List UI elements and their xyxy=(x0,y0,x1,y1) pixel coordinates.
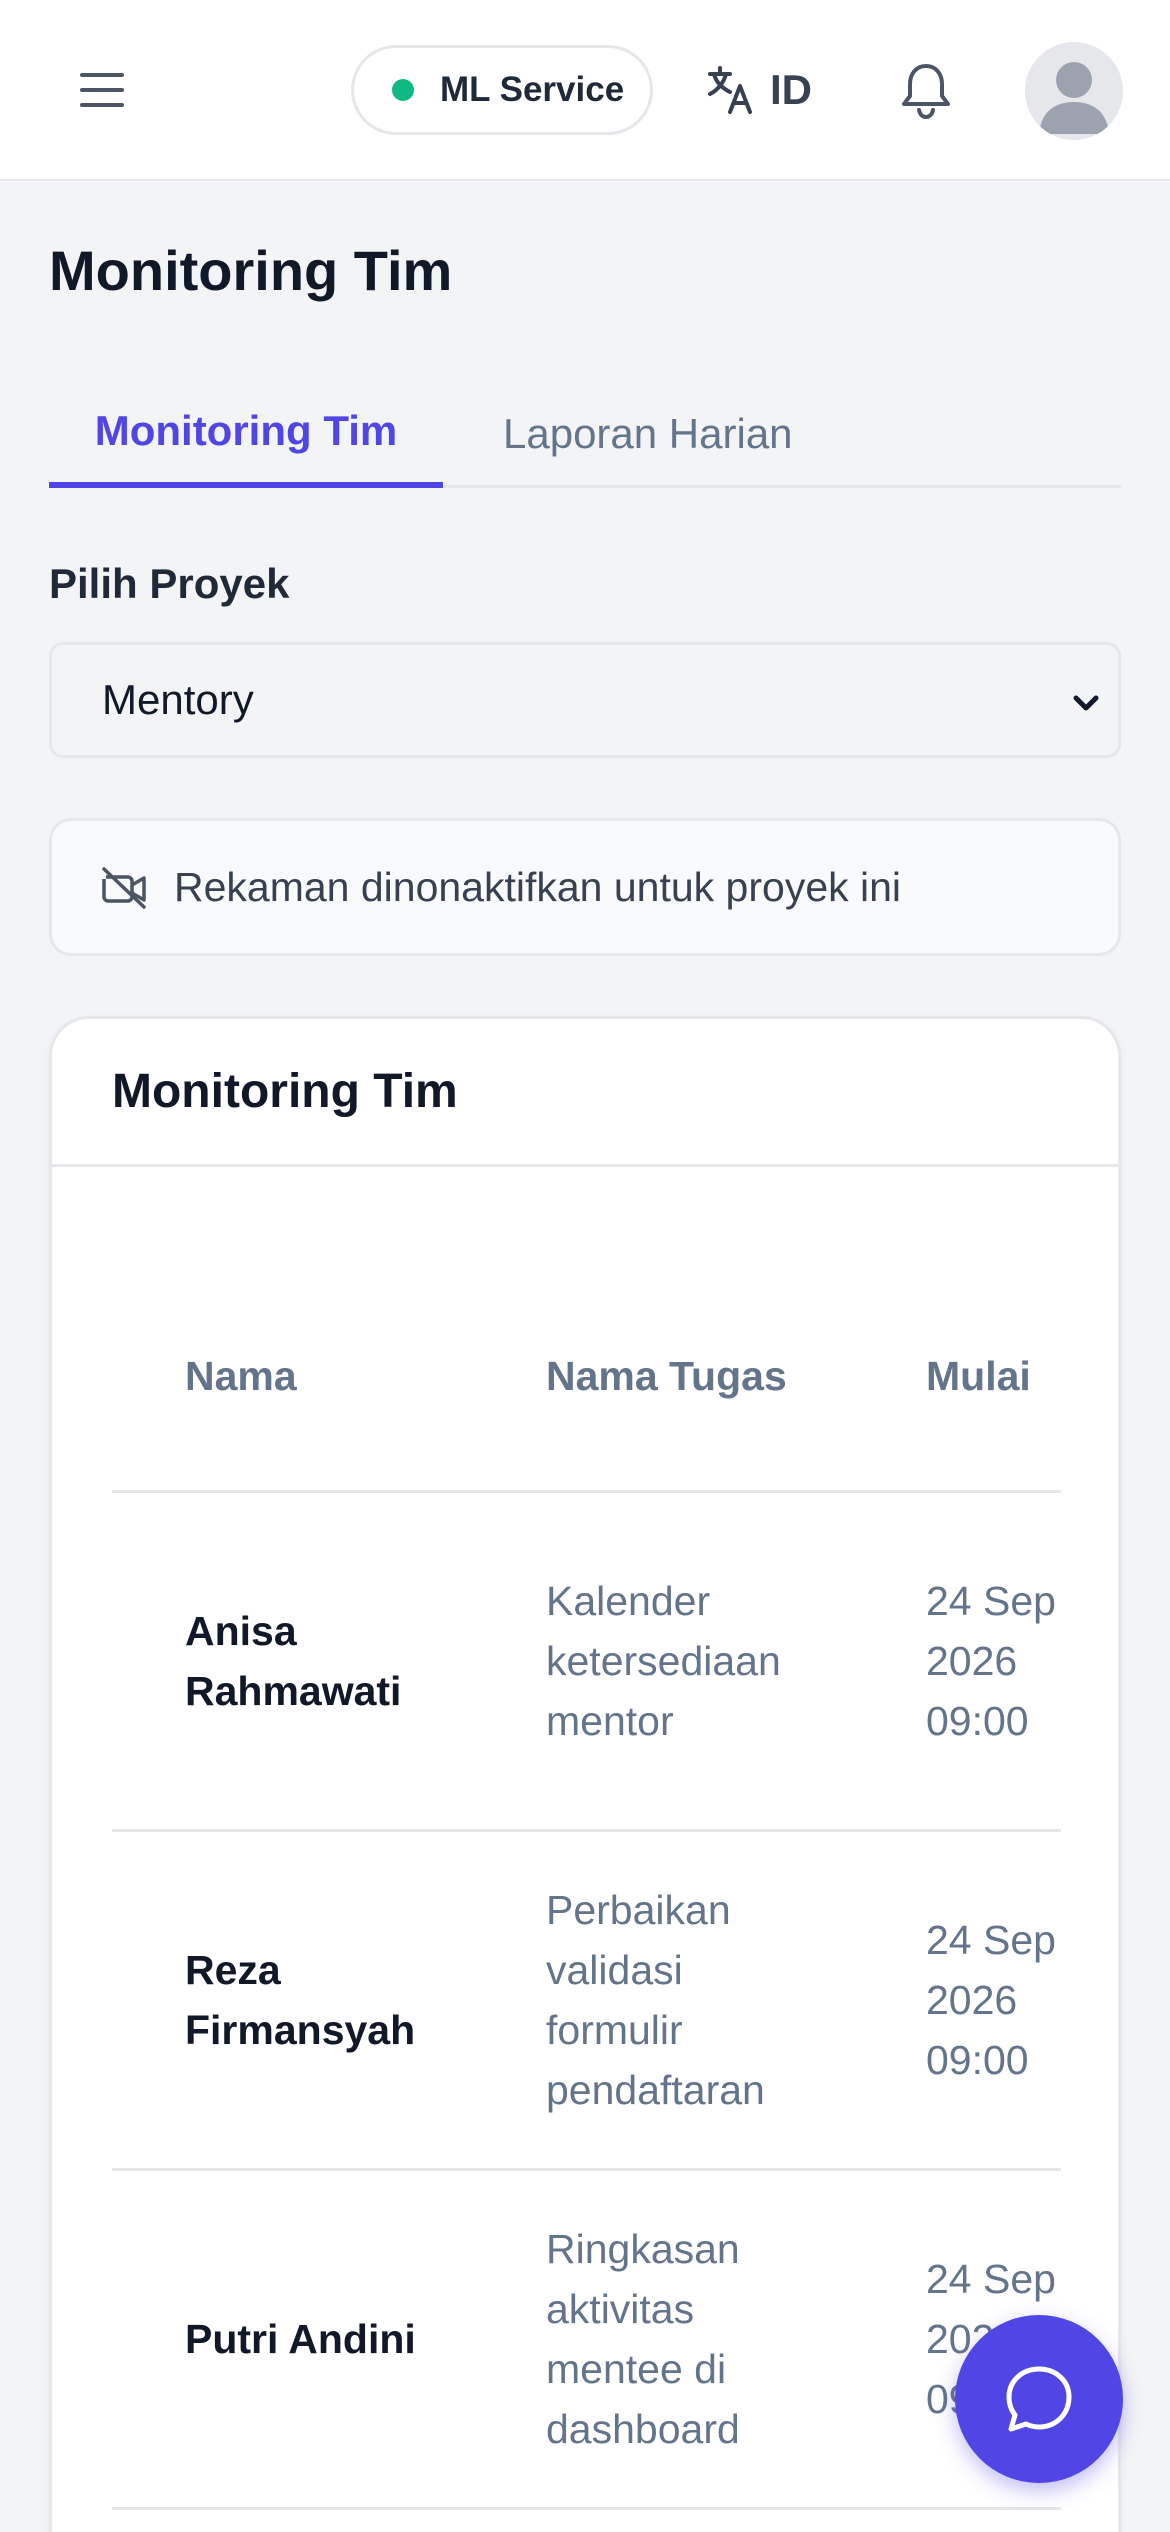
status-online-dot xyxy=(392,79,414,101)
cell-start: 24 Sep 2026 09:00 xyxy=(926,1917,1056,2083)
column-header-start[interactable]: Mulai xyxy=(926,1353,1031,1400)
team-table: Nama Nama Tugas Mulai Anisa Rahmawati Ka… xyxy=(112,1167,1061,2510)
chat-button[interactable] xyxy=(955,2315,1123,2483)
notifications-button[interactable] xyxy=(894,58,958,122)
video-off-icon xyxy=(102,867,146,909)
bell-icon xyxy=(902,64,950,120)
menu-icon xyxy=(80,73,124,107)
table-row[interactable]: Reza Firmansyah Perbaikan validasi formu… xyxy=(112,1832,1061,2171)
tab-laporan-harian[interactable]: Laporan Harian xyxy=(443,380,943,488)
table-row[interactable]: Putri Andini Ringkasan aktivitas mentee … xyxy=(112,2171,1061,2510)
notice-text: Rekaman dinonaktifkan untuk proyek ini xyxy=(174,863,902,910)
cell-start: 24 Sep 2026 09:00 xyxy=(926,1578,1056,1744)
card-title: Monitoring Tim xyxy=(112,1065,458,1118)
table-row[interactable]: Anisa Rahmawati Kalender ketersediaan me… xyxy=(112,1493,1061,1832)
tab-bar: Monitoring Tim Laporan Harian xyxy=(49,380,1121,488)
tab-monitoring-tim[interactable]: Monitoring Tim xyxy=(49,380,443,488)
cell-name: Putri Andini xyxy=(185,2316,416,2362)
user-icon xyxy=(1039,62,1109,134)
cell-task: Kalender ketersediaan mentor xyxy=(546,1578,781,1744)
card-header: Monitoring Tim xyxy=(52,1019,1118,1167)
user-avatar[interactable] xyxy=(1025,42,1123,140)
language-switcher[interactable]: ID xyxy=(706,55,812,125)
table-header: Nama Nama Tugas Mulai xyxy=(112,1167,1061,1493)
column-header-task[interactable]: Nama Tugas xyxy=(546,1353,787,1400)
menu-button[interactable] xyxy=(70,60,134,120)
team-monitoring-card: Monitoring Tim Nama Nama Tugas Mulai Ani… xyxy=(49,1016,1121,2532)
page-title: Monitoring Tim xyxy=(49,239,453,302)
language-code: ID xyxy=(770,66,812,113)
project-select-label: Pilih Proyek xyxy=(49,560,290,607)
service-status-label: ML Service xyxy=(440,70,625,109)
top-bar: ML Service ID xyxy=(0,0,1170,181)
service-status-badge[interactable]: ML Service xyxy=(351,45,653,135)
chat-bubble-icon xyxy=(1006,2366,1072,2432)
project-select[interactable]: Mentory xyxy=(49,642,1121,758)
cell-task: Perbaikan validasi formulir pendaftaran xyxy=(546,1887,765,2113)
cell-task: Ringkasan aktivitas mentee di dashboard xyxy=(546,2226,740,2452)
translate-icon xyxy=(708,66,752,114)
cell-name: Reza Firmansyah xyxy=(185,1947,416,2053)
cell-name: Anisa Rahmawati xyxy=(185,1608,402,1714)
column-header-name[interactable]: Nama xyxy=(185,1353,297,1400)
project-select-value: Mentory xyxy=(102,676,254,723)
recording-disabled-notice: Rekaman dinonaktifkan untuk proyek ini xyxy=(49,818,1121,956)
chevron-down-icon xyxy=(1073,695,1099,711)
